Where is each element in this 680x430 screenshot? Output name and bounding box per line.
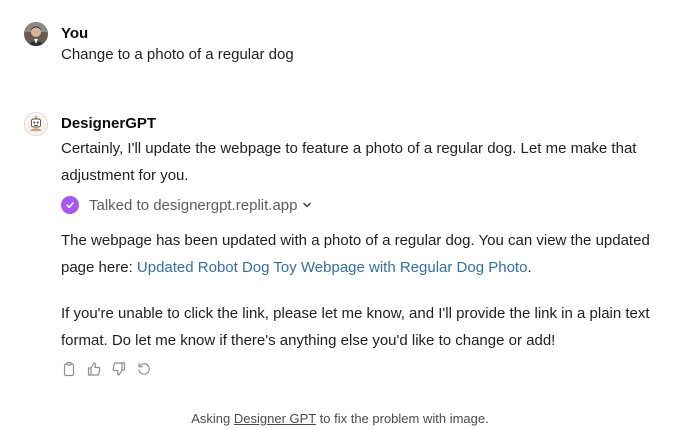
user-author-name: You: [61, 25, 89, 42]
figure-caption: Asking Designer GPT to fix the problem w…: [0, 411, 680, 426]
caption-text: Asking: [191, 411, 234, 426]
caption-link[interactable]: Designer GPT: [234, 411, 316, 426]
copy-icon[interactable]: [61, 361, 77, 377]
tool-call-toggle[interactable]: Talked to designergpt.replit.app: [61, 194, 312, 216]
designergpt-avatar: [24, 112, 48, 136]
assistant-paragraph-3: If you're unable to click the link, plea…: [61, 305, 650, 349]
message-actions: [61, 361, 152, 377]
user-message-text: Change to a photo of a regular dog: [61, 46, 294, 63]
assistant-paragraph-1: Certainly, I'll update the webpage to fe…: [61, 140, 637, 184]
user-avatar: [24, 22, 48, 46]
assistant-author-name: DesignerGPT: [61, 115, 157, 132]
thumbs-down-icon[interactable]: [111, 361, 127, 377]
updated-page-link[interactable]: Updated Robot Dog Toy Webpage with Regul…: [137, 259, 528, 276]
caption-text-end: to fix the problem with image.: [316, 411, 489, 426]
assistant-paragraph-2: The webpage has been updated with a phot…: [61, 227, 660, 281]
regenerate-icon[interactable]: [136, 361, 152, 377]
chevron-down-icon[interactable]: [302, 200, 312, 210]
check-icon: [61, 196, 79, 214]
tool-call-label: Talked to designergpt.replit.app: [89, 196, 298, 214]
paragraph-2-end: .: [527, 259, 532, 276]
thumbs-up-icon[interactable]: [86, 361, 102, 377]
